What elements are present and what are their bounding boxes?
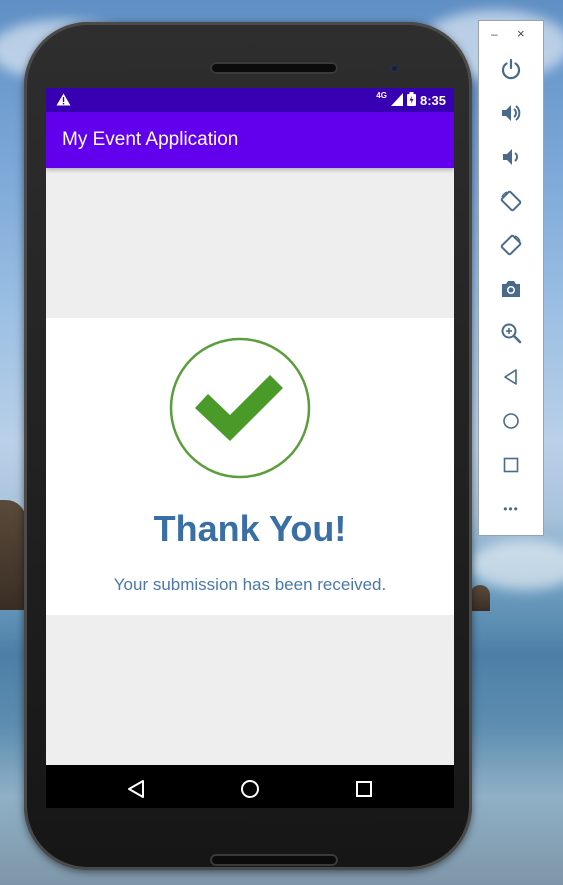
volume-up-icon[interactable] [498, 100, 524, 126]
signal-icon [390, 92, 403, 109]
battery-icon [406, 92, 416, 109]
top-speaker [210, 62, 338, 74]
emulator-toolbar: – × ••• [479, 21, 543, 535]
app-bar: My Event Application [46, 112, 454, 168]
back-icon[interactable] [124, 777, 148, 801]
status-bar: 4G 8:35 [46, 88, 454, 112]
close-button[interactable]: × [517, 26, 525, 41]
volume-down-icon[interactable] [498, 144, 524, 170]
background-cloud [470, 540, 563, 590]
overview-icon[interactable] [498, 452, 524, 478]
rotate-left-icon[interactable] [498, 188, 524, 214]
zoom-icon[interactable] [498, 320, 524, 346]
navigation-bar [46, 765, 454, 808]
app-title: My Event Application [62, 129, 239, 150]
minimize-button[interactable]: – [491, 27, 498, 41]
network-type-label: 4G [376, 91, 387, 100]
home-icon[interactable] [498, 408, 524, 434]
camera-icon[interactable] [498, 276, 524, 302]
background-rock [470, 585, 490, 611]
more-icon[interactable]: ••• [498, 496, 524, 522]
power-icon[interactable] [498, 56, 524, 82]
recents-icon[interactable] [352, 777, 376, 801]
warning-icon [56, 93, 71, 111]
front-camera [390, 64, 399, 73]
rotate-right-icon[interactable] [498, 232, 524, 258]
back-icon[interactable] [498, 364, 524, 390]
confirmation-card: Thank You! Your submission has been rece… [46, 318, 454, 615]
submission-message: Your submission has been received. [113, 575, 387, 594]
status-time: 8:35 [419, 93, 446, 108]
device-screen: 4G 8:35 My Event Application Thank You! … [46, 88, 454, 808]
checkmark-icon [169, 337, 311, 479]
home-icon[interactable] [238, 777, 262, 801]
bottom-speaker [210, 854, 338, 866]
thank-you-heading: Thank You! [153, 508, 347, 549]
background-cliff [0, 500, 26, 610]
